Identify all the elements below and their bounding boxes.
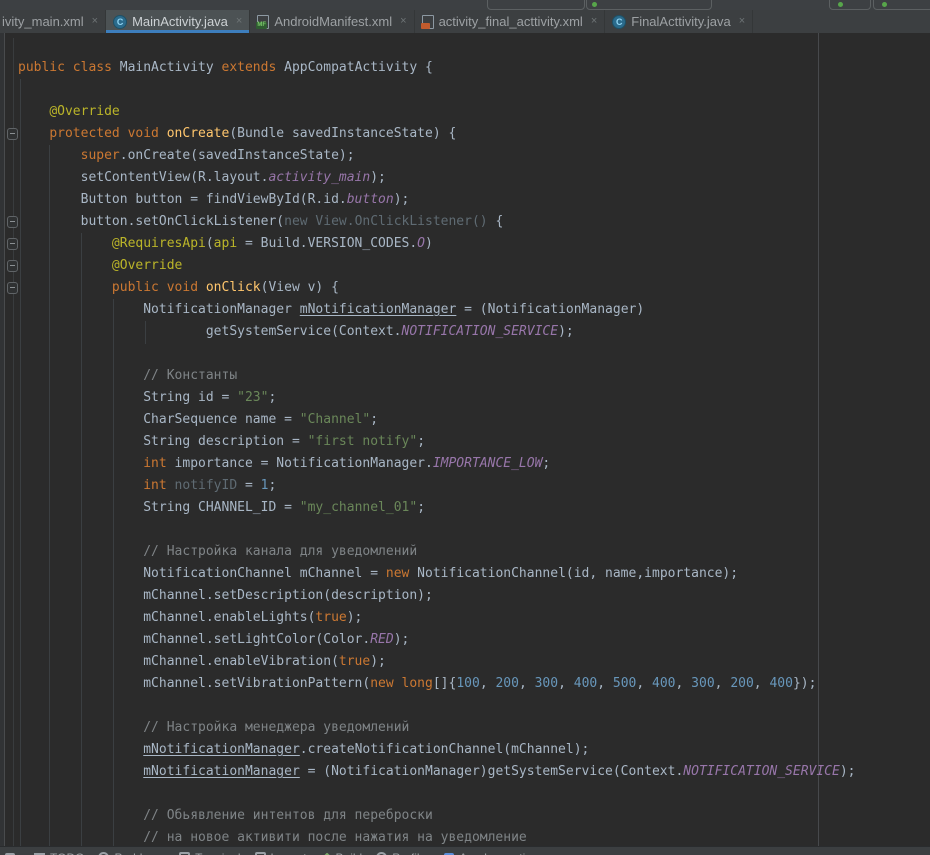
layout-file-icon <box>422 15 434 29</box>
code-line[interactable]: protected void onCreate(Bundle savedInst… <box>18 123 856 145</box>
tab-finalacttivity-java[interactable]: C FinalActtivity.java × <box>605 10 753 33</box>
code-line[interactable] <box>18 519 856 541</box>
fold-marker[interactable] <box>7 216 18 228</box>
fold-gutter-line <box>13 38 14 846</box>
tool-window-button-label: Logcat <box>271 851 307 855</box>
tool-window-button-label: Problems <box>114 851 165 855</box>
code-line[interactable]: // Константы <box>18 365 856 387</box>
tab-close-icon[interactable]: × <box>739 16 745 27</box>
tab-label: activity_final_acttivity.xml <box>439 14 583 29</box>
code-line[interactable]: CharSequence name = "Channel"; <box>18 409 856 431</box>
fold-marker[interactable] <box>7 128 18 140</box>
debug-status-dot <box>882 2 887 7</box>
fold-marker[interactable] <box>7 260 18 272</box>
code-line[interactable]: mChannel.enableLights(true); <box>18 607 856 629</box>
code-line[interactable]: button.setOnClickListener(new View.OnCli… <box>18 211 856 233</box>
code-line[interactable]: mChannel.setVibrationPattern(new long[]{… <box>18 673 856 695</box>
code-line[interactable]: public void onClick(View v) { <box>18 277 856 299</box>
tool-window-button-todo[interactable]: TODO <box>34 851 84 855</box>
code-line[interactable]: NotificationManager mNotificationManager… <box>18 299 856 321</box>
code-line[interactable]: Button button = findViewById(R.id.button… <box>18 189 856 211</box>
code-line[interactable] <box>18 79 856 101</box>
tab-label: AndroidManifest.xml <box>274 14 392 29</box>
tool-window-button-label: App Inspection <box>459 851 538 855</box>
code-line[interactable]: mChannel.setDescription(description); <box>18 585 856 607</box>
tab-mainactivity-java[interactable]: C MainActivity.java × <box>106 10 250 33</box>
code-line[interactable]: int notifyID = 1; <box>18 475 856 497</box>
toolbar-button-group-1[interactable] <box>829 0 871 10</box>
code-line[interactable]: int importance = NotificationManager.IMP… <box>18 453 856 475</box>
device-dropdown[interactable] <box>586 0 712 10</box>
code-line[interactable]: // Настройка канала для уведомлений <box>18 541 856 563</box>
manifest-file-icon: MF <box>257 15 269 29</box>
code-line[interactable]: NotificationChannel mChannel = new Notif… <box>18 563 856 585</box>
code-area[interactable]: public class MainActivity extends AppCom… <box>18 57 856 846</box>
code-editor[interactable]: public class MainActivity extends AppCom… <box>0 33 930 846</box>
java-class-icon: C <box>113 15 127 29</box>
tool-window-button-terminal[interactable]: Terminal <box>179 851 240 855</box>
code-line[interactable]: @Override <box>18 255 856 277</box>
editor-tab-bar: ivity_main.xml × C MainActivity.java × MF Andr… <box>0 10 930 33</box>
device-status-dot <box>592 2 597 7</box>
tab-close-icon[interactable]: × <box>236 16 242 27</box>
run-config-dropdown[interactable] <box>487 0 585 10</box>
code-line[interactable]: setContentView(R.layout.activity_main); <box>18 167 856 189</box>
code-line[interactable]: // Настройка менеджера уведомлений <box>18 717 856 739</box>
tab-androidmanifest-xml[interactable]: MF AndroidManifest.xml × <box>250 10 414 33</box>
tool-window-button-build[interactable]: Build <box>321 851 363 855</box>
code-line[interactable]: // на новое активити после нажатия на ув… <box>18 827 856 846</box>
tool-window-button-label: Build <box>336 851 363 855</box>
code-line[interactable]: String CHANNEL_ID = "my_channel_01"; <box>18 497 856 519</box>
fold-marker[interactable] <box>7 282 18 294</box>
code-line[interactable] <box>18 343 856 365</box>
run-status-dot <box>838 2 843 7</box>
tool-window-button-problems[interactable]: Problems <box>98 851 165 855</box>
code-line[interactable]: // Обьявление интентов для переброски <box>18 805 856 827</box>
tool-window-button-logcat[interactable]: Logcat <box>255 851 307 855</box>
code-line[interactable] <box>18 783 856 805</box>
code-line[interactable]: getSystemService(Context.NOTIFICATION_SE… <box>18 321 856 343</box>
tab-close-icon[interactable]: × <box>92 16 98 27</box>
tab-close-icon[interactable]: × <box>591 16 597 27</box>
code-line[interactable]: mNotificationManager.createNotificationC… <box>18 739 856 761</box>
fold-marker[interactable] <box>7 238 18 250</box>
tool-window-button-profiler[interactable]: Profiler <box>376 851 430 855</box>
editor-gutter <box>0 33 5 846</box>
ide-window: ivity_main.xml × C MainActivity.java × MF Andr… <box>0 0 930 855</box>
code-line[interactable]: mChannel.enableVibration(true); <box>18 651 856 673</box>
tool-window-button-app-inspection[interactable]: App Inspection <box>444 851 538 855</box>
tool-window-button-label: TODO <box>50 851 84 855</box>
code-line[interactable]: @Override <box>18 101 856 123</box>
tab-label: ivity_main.xml <box>2 14 84 29</box>
java-class-icon: C <box>612 15 626 29</box>
code-line[interactable]: String id = "23"; <box>18 387 856 409</box>
tool-window-button-label: Profiler <box>392 851 430 855</box>
code-line[interactable]: String description = "first notify"; <box>18 431 856 453</box>
code-line[interactable]: mChannel.setLightColor(Color.RED); <box>18 629 856 651</box>
main-toolbar <box>0 0 930 10</box>
code-line[interactable]: public class MainActivity extends AppCom… <box>18 57 856 79</box>
tool-window-button-label: Terminal <box>195 851 240 855</box>
tab-activity-final-acttivity-xml[interactable]: activity_final_acttivity.xml × <box>415 10 606 33</box>
tab-label: MainActivity.java <box>132 14 228 29</box>
tab-close-icon[interactable]: × <box>400 16 406 27</box>
tab-label: FinalActtivity.java <box>631 14 730 29</box>
tool-window-bar: TODO Problems Terminal Logcat Build Profiler A… <box>0 846 930 855</box>
code-line[interactable]: mNotificationManager = (NotificationMana… <box>18 761 856 783</box>
tab-activity-main-xml[interactable]: ivity_main.xml × <box>0 10 106 33</box>
code-line[interactable] <box>18 695 856 717</box>
code-line[interactable]: super.onCreate(savedInstanceState); <box>18 145 856 167</box>
code-line[interactable]: @RequiresApi(api = Build.VERSION_CODES.O… <box>18 233 856 255</box>
